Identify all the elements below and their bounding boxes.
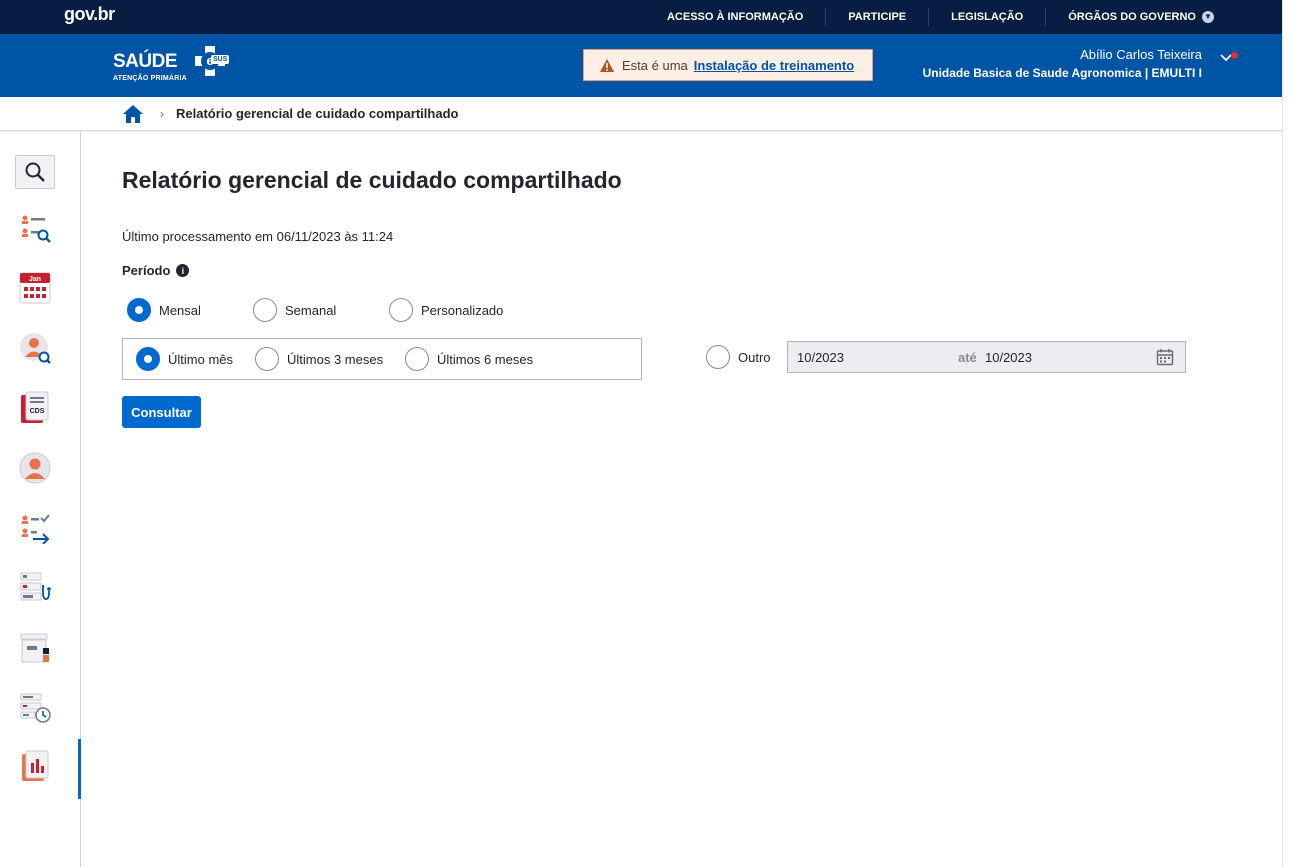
notification-dot (1231, 52, 1238, 59)
radio-outro-circle (706, 345, 730, 369)
sidebar-item-lista-atendimento[interactable] (15, 211, 55, 245)
cds-label: CDS (30, 408, 45, 415)
stethoscope-list-icon (20, 572, 51, 601)
radio-ultimo-mes-circle (136, 347, 160, 371)
storage-box-icon (20, 633, 49, 663)
radio-mensal[interactable]: Mensal (127, 298, 201, 322)
radio-ultimos-3-meses-label: Últimos 3 meses (287, 351, 384, 367)
link-legislacao[interactable]: LEGISLAÇÃO (928, 8, 1045, 26)
govbr-logo[interactable]: gov.br (64, 4, 115, 25)
period-label: Período i (122, 263, 190, 278)
user-unit: Unidade Basica de Saude Agronomica | EMU… (922, 66, 1202, 80)
report-chart-icon (22, 750, 49, 781)
month-range-input[interactable]: 10/2023 até 10/2023 (787, 341, 1186, 373)
brand-title: SAÚDE (113, 51, 178, 72)
date-to-value[interactable]: 10/2023 (985, 350, 1032, 365)
sidebar-search-button[interactable] (15, 155, 55, 189)
calendar-label: Jan (29, 276, 41, 283)
link-acesso-informacao[interactable]: ACESSO À INFORMAÇÃO (645, 8, 825, 26)
radio-mensal-label: Mensal (159, 302, 201, 318)
training-banner: Esta é uma Instalação de treinamento (583, 49, 873, 81)
link-orgaos-governo[interactable]: ÓRGÃOS DO GOVERNO ▼ (1045, 8, 1282, 26)
radio-ultimos-6-meses-label: Últimos 6 meses (437, 351, 534, 367)
patient-list-search-icon (22, 215, 51, 243)
calendar-icon: Jan (19, 272, 51, 304)
user-info[interactable]: Abílio Carlos Teixeira Unidade Basica de… (923, 47, 1202, 80)
page-edge (1282, 0, 1292, 867)
info-icon[interactable]: i (176, 264, 190, 277)
link-orgaos-governo-label: ÓRGÃOS DO GOVERNO (1068, 11, 1196, 23)
training-prefix: Esta é uma (622, 57, 688, 73)
gov-links: ACESSO À INFORMAÇÃO PARTICIPE LEGISLAÇÃO… (645, 0, 1282, 34)
radio-outro[interactable]: Outro (706, 345, 771, 369)
search-icon (25, 162, 45, 182)
radio-semanal-label: Semanal (285, 302, 337, 318)
sidebar-item-cuidado-compartilhado[interactable] (15, 511, 55, 545)
chevron-down-icon: ▼ (1202, 11, 1214, 23)
radio-ultimos-3-meses[interactable]: Últimos 3 meses (255, 347, 383, 371)
citizen-icon (19, 452, 51, 484)
radio-mensal-circle (127, 298, 151, 322)
date-separator: até (958, 350, 977, 365)
shared-care-icon (22, 514, 50, 544)
app-header: SAÚDE ATENÇÃO PRIMÁRIA e SUS Esta é uma … (0, 34, 1282, 97)
link-participe[interactable]: PARTICIPE (825, 8, 928, 26)
radio-outro-label: Outro (738, 349, 771, 365)
sidebar: Jan CDS (0, 131, 81, 867)
radio-personalizado-circle (389, 298, 413, 322)
gov-bar: gov.br ACESSO À INFORMAÇÃO PARTICIPE LEG… (0, 0, 1282, 34)
brand-badge: SUS (211, 55, 230, 64)
calendar-icon[interactable] (1156, 348, 1174, 366)
history-list-clock-icon (20, 693, 51, 723)
sidebar-item-agenda[interactable]: Jan (15, 271, 55, 305)
sidebar-item-historico[interactable] (15, 691, 55, 725)
radio-ultimos-6-meses-circle (405, 347, 429, 371)
radio-personalizado-label: Personalizado (421, 302, 504, 318)
date-from-value[interactable]: 10/2023 (797, 350, 844, 365)
last-processed-text: Último processamento em 06/11/2023 às 11… (122, 229, 394, 244)
radio-semanal-circle (253, 298, 277, 322)
radio-ultimo-mes[interactable]: Último mês (136, 347, 233, 371)
page-title: Relatório gerencial de cuidado compartil… (122, 167, 622, 193)
sidebar-item-cds[interactable]: CDS (15, 391, 55, 425)
breadcrumb-current: Relatório gerencial de cuidado compartil… (176, 106, 459, 121)
citizen-search-icon (20, 333, 51, 364)
chevron-right-icon: › (160, 106, 164, 121)
warning-icon (600, 58, 614, 72)
breadcrumb: › Relatório gerencial de cuidado compart… (0, 97, 1282, 131)
user-name: Abílio Carlos Teixeira (1080, 47, 1202, 62)
brand-subtitle: ATENÇÃO PRIMÁRIA (113, 75, 187, 82)
sidebar-item-estoque[interactable] (15, 631, 55, 665)
saude-esus-logo[interactable]: SAÚDE ATENÇÃO PRIMÁRIA e SUS (113, 46, 233, 86)
sidebar-item-relatorios[interactable] (15, 749, 55, 783)
sidebar-item-cidadao[interactable] (15, 451, 55, 485)
radio-semanal[interactable]: Semanal (253, 298, 336, 322)
sidebar-item-atendimentos[interactable] (15, 571, 55, 605)
period-label-text: Período (122, 263, 171, 278)
radio-ultimos-3-meses-circle (255, 347, 279, 371)
consultar-button[interactable]: Consultar (122, 396, 201, 428)
radio-ultimos-6-meses[interactable]: Últimos 6 meses (405, 347, 533, 371)
cds-document-icon: CDS (21, 391, 49, 423)
sidebar-active-indicator (78, 739, 81, 799)
training-link[interactable]: Instalação de treinamento (694, 58, 854, 73)
home-icon[interactable] (122, 104, 144, 124)
radio-personalizado[interactable]: Personalizado (389, 298, 503, 322)
sidebar-item-busca-cidadao[interactable] (15, 331, 55, 365)
radio-ultimo-mes-label: Último mês (168, 351, 234, 367)
